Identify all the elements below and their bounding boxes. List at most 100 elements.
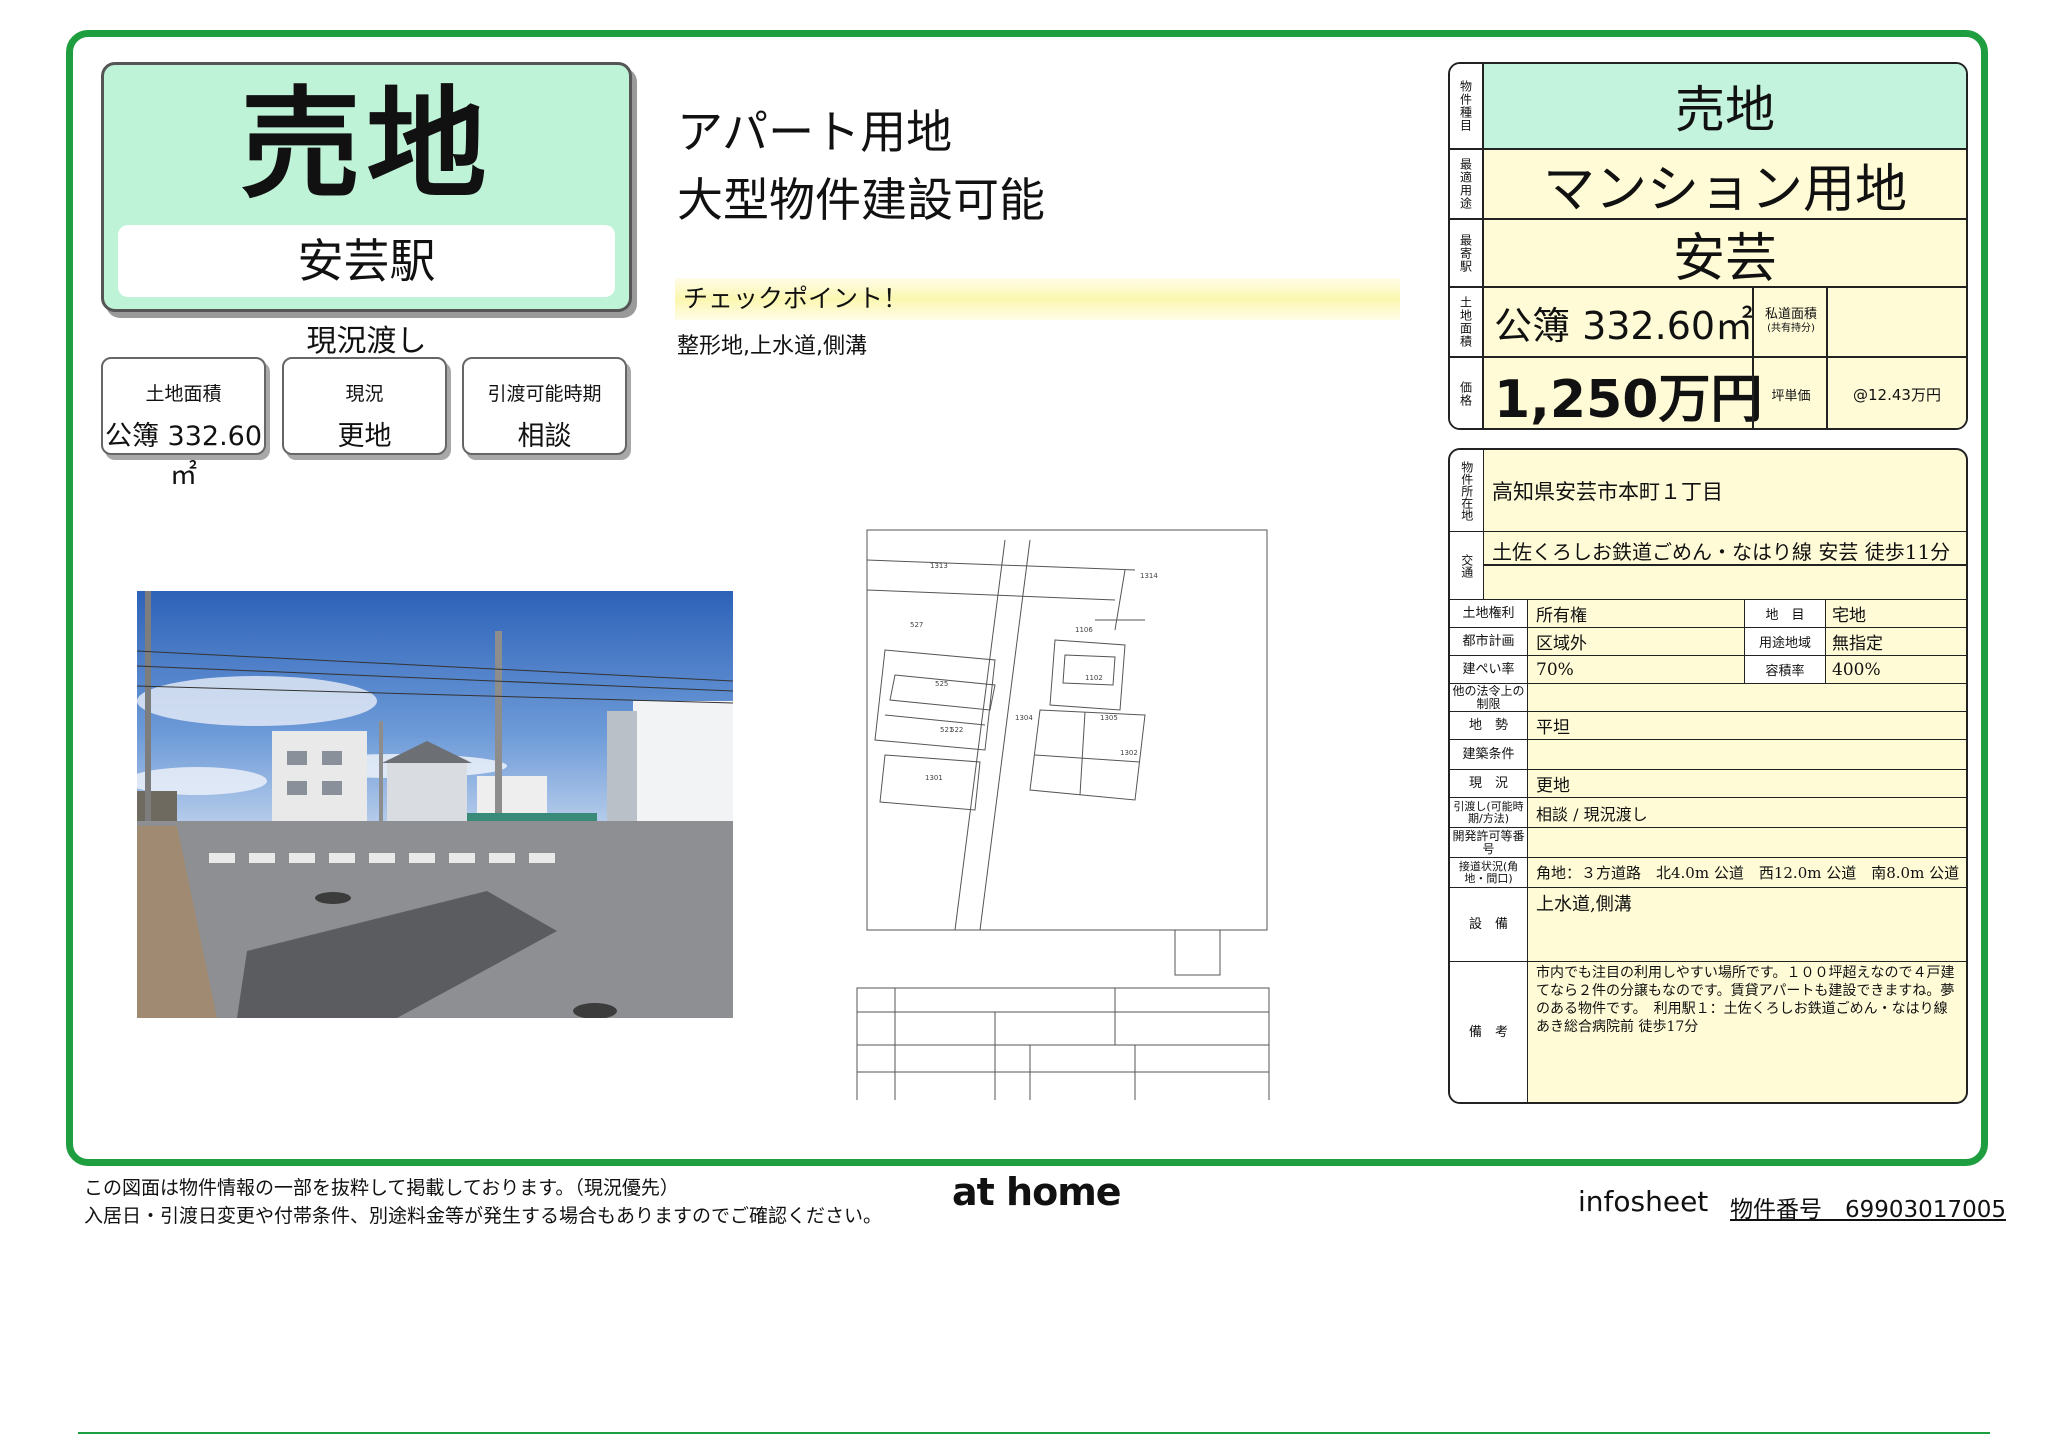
row-label: 備 考	[1450, 962, 1528, 1102]
remarks-value: 市内でも注目の利用しやすい場所です。１００坪超えなので４戸建てなら２件の分譲もな…	[1536, 965, 1955, 1035]
checkpoint-title: チェックポイント！	[675, 278, 1400, 320]
address-value: 高知県安芸市本町１丁目	[1492, 479, 1723, 504]
tsubo-label: 坪単価	[1771, 388, 1811, 404]
info-box-value: 更地	[337, 421, 392, 452]
build-cond-value	[1536, 740, 1962, 769]
city-plan-value: 区域外	[1536, 634, 1587, 654]
svg-text:1302: 1302	[1120, 749, 1138, 757]
property-type-title: 売地	[240, 76, 493, 215]
footer-note-line: この図面は物件情報の一部を抜粋して掲載しております。（現況優先）	[84, 1177, 679, 1199]
row-label: 最適用途	[1450, 150, 1484, 218]
tsubo-price-value: @12.43万円	[1853, 385, 1941, 404]
zoning-value: 無指定	[1832, 634, 1883, 654]
row-label: 物件所在地	[1450, 450, 1484, 531]
summary-row-use: 最適用途 マンション用地	[1450, 150, 1966, 220]
row-label: 設 備	[1450, 888, 1528, 961]
svg-text:1102: 1102	[1085, 674, 1103, 682]
info-box-label: 引渡可能時期	[487, 383, 602, 405]
row-label: 土地面積	[1450, 288, 1484, 356]
detail-row-traffic: 交通 土佐くろしお鉄道ごめん・なはり線 安芸 徒歩11分	[1450, 532, 1966, 600]
summary-station-value: 安芸	[1672, 228, 1777, 289]
svg-text:525: 525	[935, 680, 948, 688]
land-right-value: 所有権	[1536, 606, 1587, 626]
chimoku-value: 宅地	[1832, 606, 1866, 626]
detail-row-terrain: 地 勢 平坦	[1450, 712, 1966, 740]
svg-text:527: 527	[910, 621, 923, 629]
infosheet-label: infosheet	[1578, 1185, 1709, 1218]
info-box-value: 公簿 332.60㎡	[104, 421, 263, 491]
divider	[1484, 564, 1966, 566]
catch-line: アパート用地	[677, 105, 953, 159]
footer-note: この図面は物件情報の一部を抜粋して掲載しております。（現況優先） 入居日・引渡日…	[84, 1174, 882, 1230]
terrain-value: 平坦	[1536, 718, 1570, 738]
summary-row-type: 物件種目 売地	[1450, 64, 1966, 150]
other-value	[1536, 684, 1962, 711]
detail-row-status: 現 況 更地	[1450, 770, 1966, 798]
row-label: 地 勢	[1450, 712, 1528, 739]
road-value: 角地：３方道路 北4.0m 公道 西12.0m 公道 南8.0m 公道	[1536, 864, 1960, 882]
cadastral-map: 527 525 521 522 1301 1304 1102 1106 1305 1302…	[855, 500, 1275, 1109]
summary-row-area: 土地面積 公簿 332.60㎡ 私道面積 (共有持分)	[1450, 288, 1966, 358]
svg-text:522: 522	[950, 726, 963, 734]
property-photo	[137, 591, 733, 1018]
row-label: 容積率	[1744, 656, 1826, 683]
row-label: 開発許可等番号	[1450, 828, 1528, 857]
catch-line: 大型物件建設可能	[677, 173, 1045, 227]
row-label: 建ぺい率	[1450, 656, 1528, 683]
permit-value	[1536, 828, 1962, 857]
info-box-handover: 引渡可能時期 相談	[462, 357, 627, 455]
row-label: 建築条件	[1450, 740, 1528, 769]
summary-row-station: 最寄駅 安芸	[1450, 220, 1966, 289]
svg-text:1106: 1106	[1075, 626, 1093, 634]
athome-logo: at home	[952, 1170, 1122, 1214]
row-label: 地 目	[1744, 600, 1826, 627]
divider	[1826, 288, 1828, 356]
row-label: 都市計画	[1450, 628, 1528, 655]
row-label: 他の法令上の制限	[1450, 684, 1528, 711]
station-label: 安芸駅	[118, 225, 615, 297]
svg-text:1314: 1314	[1140, 572, 1158, 580]
checkpoint-text: 整形地,上水道,側溝	[677, 334, 867, 359]
property-number: 物件番号 69903017005	[1730, 1197, 2006, 1223]
detail-row-address: 物件所在地 高知県安芸市本町１丁目	[1450, 450, 1966, 532]
status-value: 更地	[1536, 776, 1570, 796]
summary-use-value: マンション用地	[1542, 159, 1907, 220]
facility-value: 上水道,側溝	[1536, 894, 1632, 915]
detail-row-handover: 引渡し(可能時期/方法) 相談 / 現況渡し	[1450, 798, 1966, 828]
divider	[1752, 358, 1754, 428]
detail-row-remarks: 備 考 市内でも注目の利用しやすい場所です。１００坪超えなので４戸建てなら２件の…	[1450, 962, 1966, 1102]
detail-row-permit: 開発許可等番号	[1450, 828, 1966, 858]
handover-value: 相談 / 現況渡し	[1536, 804, 1648, 824]
row-label: 引渡し(可能時期/方法)	[1450, 798, 1528, 827]
info-box-label: 土地面積	[145, 383, 222, 405]
info-box-value: 相談	[517, 421, 572, 452]
detail-row-right: 土地権利 所有権 地 目 宅地	[1450, 600, 1966, 628]
row-label: 最寄駅	[1450, 220, 1484, 286]
detail-row-bcr: 建ぺい率 70% 容積率 400%	[1450, 656, 1966, 684]
svg-text:1301: 1301	[925, 774, 943, 782]
private-road-label: 私道面積 (共有持分)	[1756, 308, 1826, 336]
detail-row-build: 建築条件	[1450, 740, 1966, 770]
detail-table: 物件所在地 高知県安芸市本町１丁目 交通 土佐くろしお鉄道ごめん・なはり線 安芸…	[1448, 448, 1968, 1104]
row-label: 用途地域	[1744, 628, 1826, 655]
info-box-label: 現況	[345, 383, 384, 405]
detail-row-other: 他の法令上の制限	[1450, 684, 1966, 712]
row-label: 物件種目	[1450, 64, 1484, 148]
summary-row-price: 価格 1,250万円 坪単価 @12.43万円	[1450, 358, 1966, 428]
private-road-sub: (共有持分)	[1767, 323, 1815, 334]
traffic-value: 土佐くろしお鉄道ごめん・なはり線 安芸 徒歩11分	[1492, 540, 1951, 564]
row-label: 現 況	[1450, 770, 1528, 797]
detail-row-road: 接道状況(角地・間口) 角地：３方道路 北4.0m 公道 西12.0m 公道 南…	[1450, 858, 1966, 888]
title-card: 売地 安芸駅	[101, 62, 632, 312]
far-value: 400%	[1832, 659, 1881, 680]
summary-area-value: 公簿 332.60㎡	[1494, 303, 1754, 348]
svg-text:1305: 1305	[1100, 714, 1118, 722]
bottom-divider	[78, 1432, 1990, 1434]
row-label: 価格	[1450, 358, 1484, 428]
footer-note-line: 入居日・引渡日変更や付帯条件、別途料金等が発生する場合もありますのでご確認くださ…	[84, 1205, 883, 1227]
condition-label: 現況渡し	[306, 324, 427, 359]
catch-copy: アパート用地 大型物件建設可能	[677, 98, 1045, 234]
row-label: 土地権利	[1450, 600, 1528, 627]
svg-text:1313: 1313	[930, 562, 948, 570]
private-road-title: 私道面積	[1764, 307, 1817, 322]
